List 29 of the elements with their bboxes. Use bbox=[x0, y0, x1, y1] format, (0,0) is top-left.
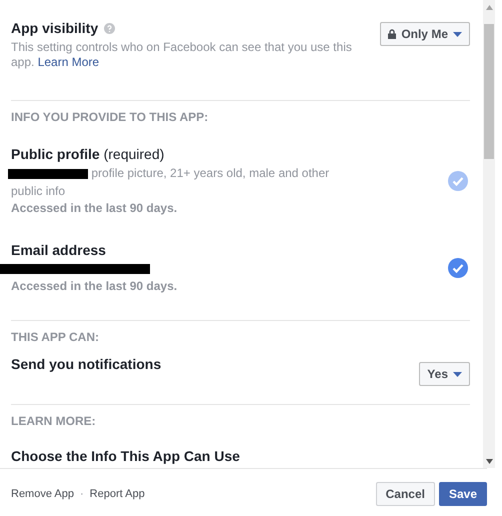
section-heading: INFO YOU PROVIDE TO THIS APP: bbox=[11, 109, 210, 124]
section-heading: LEARN MORE: bbox=[11, 413, 97, 428]
caret-icon bbox=[453, 32, 462, 36]
learn-more-link[interactable]: Learn More bbox=[38, 55, 100, 69]
access-note: Accessed in the last 90 days. bbox=[11, 279, 178, 293]
separator-dot: · bbox=[80, 488, 84, 500]
scrollbar[interactable] bbox=[483, 0, 495, 468]
checkmark-icon[interactable] bbox=[448, 258, 468, 278]
scrollbar-thumb[interactable] bbox=[484, 24, 494, 159]
permission-title: Email address bbox=[11, 242, 107, 258]
save-button[interactable]: Save bbox=[438, 482, 487, 506]
report-app-link[interactable]: Report App bbox=[90, 488, 145, 500]
cancel-button[interactable]: Cancel bbox=[376, 482, 435, 506]
audience-dropdown[interactable]: Only Me bbox=[380, 22, 470, 46]
section-heading: THIS APP CAN: bbox=[11, 329, 100, 344]
scroll-down-icon[interactable] bbox=[486, 459, 492, 464]
scroll-up-icon[interactable] bbox=[486, 5, 492, 10]
help-icon[interactable] bbox=[104, 22, 116, 34]
permission-title: Public profile (required) bbox=[11, 146, 166, 162]
lock-icon bbox=[388, 29, 396, 39]
setting-title: App visibility bbox=[11, 20, 98, 36]
permission-dropdown[interactable]: Yes bbox=[419, 362, 470, 386]
remove-app-link[interactable]: Remove App bbox=[11, 488, 74, 500]
access-note: Accessed in the last 90 days. bbox=[11, 201, 178, 215]
permission-title: Send you notifications bbox=[11, 356, 162, 372]
caret-icon bbox=[453, 372, 462, 376]
learn-more-link[interactable]: Choose the Info This App Can Use bbox=[11, 448, 470, 464]
setting-description: This setting controls who on Facebook can see that you use this app. Learn More bbox=[11, 40, 353, 70]
permission-detail: profile picture, 21+ years old, male and other public info bbox=[11, 166, 330, 198]
